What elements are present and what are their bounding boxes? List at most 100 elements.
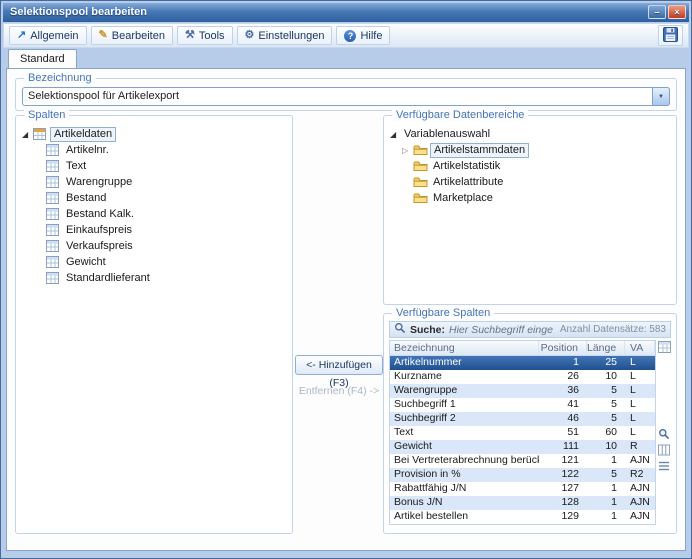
toolbar-button-tools[interactable]: ⚒ Tools <box>177 26 233 45</box>
table-icon <box>46 272 63 284</box>
spalten-tree-item[interactable]: Standardlieferant <box>22 270 288 286</box>
datenbereiche-tree-children: ▷ArtikelstammdatenArtikelstatistik Artike… <box>390 142 672 206</box>
tree-root-label: Variablenauswahl <box>401 128 493 141</box>
spalten-tree-item[interactable]: Bestand Kalk. <box>22 206 288 222</box>
list-icon[interactable] <box>658 460 671 473</box>
datenbereiche-tree-item[interactable]: ▷Artikelstammdaten <box>390 142 672 158</box>
bezeichnung-combobox[interactable]: Selektionspool für Artikelexport ▼ <box>22 87 670 106</box>
table-row[interactable]: Provision in %1225R2 <box>390 468 655 482</box>
table-body: Artikelnummer125LKurzname2610LWarengrupp… <box>390 356 655 524</box>
table-row[interactable]: Warengruppe365L <box>390 384 655 398</box>
tree-item-label: Warengruppe <box>63 176 135 189</box>
table-row[interactable]: Bonus J/N1281AJN <box>390 496 655 510</box>
table-row[interactable]: Text5160L <box>390 426 655 440</box>
minimize-button[interactable]: – <box>648 5 666 19</box>
cell-bezeichnung: Bonus J/N <box>390 496 539 510</box>
spalten-tree-item[interactable]: Bestand <box>22 190 288 206</box>
save-button[interactable] <box>658 25 683 46</box>
spalten-tree-item[interactable]: Warengruppe <box>22 174 288 190</box>
cell-bezeichnung: Artikelnummer <box>390 356 539 370</box>
table-row[interactable]: Gewicht11110R <box>390 440 655 454</box>
table-row[interactable]: Kurzname2610L <box>390 370 655 384</box>
tree-item-label: Verkaufspreis <box>63 240 136 253</box>
column-header-va[interactable]: VA <box>625 341 655 355</box>
expanded-triangle-icon[interactable]: ◢ <box>22 130 33 139</box>
side-toolbar <box>658 340 672 525</box>
toolbar-button-label: Hilfe <box>360 30 382 42</box>
cell-bezeichnung: Gewicht <box>390 440 539 454</box>
tree-item-label: Bestand <box>63 192 109 205</box>
bezeichnung-group: Bezeichnung Selektionspool für Artikelex… <box>15 78 677 111</box>
cell-va: R2 <box>625 468 655 482</box>
folder-icon <box>413 160 430 172</box>
cell-bezeichnung: Artikel bestellen <box>390 510 539 524</box>
datenbereiche-tree-item[interactable]: Marketplace <box>390 190 672 206</box>
hammer-icon: ⚒ <box>185 30 195 41</box>
datenbereiche-tree-item[interactable]: Artikelstatistik <box>390 158 672 174</box>
search-label: Suche: <box>410 324 445 336</box>
table-row[interactable]: Bei Vertreterabrechnung berücksichtige12… <box>390 454 655 468</box>
columns-icon[interactable] <box>658 444 671 457</box>
toolbar: ↗Allgemein✎Bearbeiten ⚒ Tools ⚙Einstellunge… <box>3 23 689 48</box>
collapsed-triangle-icon[interactable]: ▷ <box>402 146 413 155</box>
cell-position: 127 <box>539 482 587 496</box>
cell-position: 46 <box>539 412 587 426</box>
grid-icon[interactable] <box>658 341 671 354</box>
table-row[interactable]: Artikel bestellen1291AJN <box>390 510 655 524</box>
spalten-tree-item[interactable]: Einkaufspreis <box>22 222 288 238</box>
toolbar-button-hilfe[interactable]: ?Hilfe <box>336 26 390 45</box>
toolbar-button-allgemein[interactable]: ↗Allgemein <box>9 26 87 45</box>
tree-item-label: Gewicht <box>63 256 109 269</box>
tree-item-label: Marketplace <box>430 192 496 205</box>
record-count: Anzahl Datensätze: 583 <box>560 324 666 335</box>
remove-button-disabled[interactable]: Entfernen (F4) -> <box>289 385 389 397</box>
search-input[interactable] <box>449 324 556 336</box>
cell-laenge: 10 <box>587 440 625 454</box>
table-row[interactable]: Rabattfähig J/N1271AJN <box>390 482 655 496</box>
cell-bezeichnung: Text <box>390 426 539 440</box>
add-button[interactable]: <- Hinzufügen (F3) <box>295 355 383 375</box>
column-header-bezeichnung[interactable]: Bezeichnung <box>390 341 539 355</box>
content-panel: Bezeichnung Selektionspool für Artikelex… <box>6 68 686 551</box>
cell-va: L <box>625 426 655 440</box>
table-icon <box>46 208 63 220</box>
expanded-triangle-icon[interactable]: ◢ <box>390 130 401 139</box>
spalten-tree-item[interactable]: Gewicht <box>22 254 288 270</box>
toolbar-button-einstellungen[interactable]: ⚙Einstellungen <box>237 26 333 45</box>
datenbereiche-tree-root[interactable]: ◢ Variablenauswahl <box>390 126 672 142</box>
cell-bezeichnung: Provision in % <box>390 468 539 482</box>
cell-va: AJN <box>625 496 655 510</box>
chevron-down-icon[interactable]: ▼ <box>652 87 670 106</box>
spalten-tree-item[interactable]: Text <box>22 158 288 174</box>
table-icon <box>46 256 63 268</box>
cell-va: L <box>625 384 655 398</box>
cell-position: 129 <box>539 510 587 524</box>
table-row[interactable]: Suchbegriff 2465L <box>390 412 655 426</box>
spalten-tree-root[interactable]: ◢ Artikeldaten <box>22 126 288 142</box>
title-bar[interactable]: Selektionspool bearbeiten – × <box>3 3 689 22</box>
bezeichnung-group-label: Bezeichnung <box>24 72 96 85</box>
column-header-laenge[interactable]: Länge <box>587 341 625 355</box>
table-icon <box>46 160 63 172</box>
column-header-position[interactable]: Position <box>539 341 587 355</box>
toolbar-button-label: Tools <box>199 30 225 42</box>
datenbereiche-tree-item[interactable]: Artikelattribute <box>390 174 672 190</box>
spalten-group: Spalten ◢ Artikeldaten Artikelnr.TextWar… <box>15 115 293 534</box>
cell-va: R <box>625 440 655 454</box>
table-row[interactable]: Suchbegriff 1415L <box>390 398 655 412</box>
tree-item-label: Artikelattribute <box>430 176 506 189</box>
datenbereiche-group-label: Verfügbare Datenbereiche <box>392 109 528 122</box>
spalten-tree-item[interactable]: Artikelnr. <box>22 142 288 158</box>
zoom-icon[interactable] <box>658 428 671 441</box>
pencil-icon: ✎ <box>99 30 108 41</box>
search-bar: Suche: Anzahl Datensätze: 583 <box>389 321 671 338</box>
close-button[interactable]: × <box>668 5 686 19</box>
tab-standard[interactable]: Standard <box>8 49 77 68</box>
window-title: Selektionspool bearbeiten <box>10 6 147 18</box>
table-icon <box>46 192 63 204</box>
spalten-tree-item[interactable]: Verkaufspreis <box>22 238 288 254</box>
table-row[interactable]: Artikelnummer125L <box>390 356 655 370</box>
gear-icon: ⚙ <box>245 30 255 41</box>
toolbar-button-bearbeiten[interactable]: ✎Bearbeiten <box>91 26 173 45</box>
spalten-group-label: Spalten <box>24 109 69 122</box>
